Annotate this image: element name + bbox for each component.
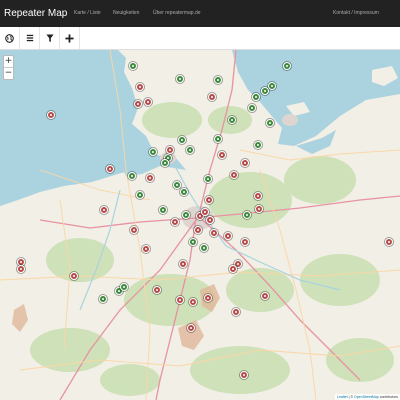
repeater-marker-online[interactable] [254, 141, 262, 149]
repeater-marker-offline[interactable] [134, 100, 142, 108]
repeater-marker-offline[interactable] [136, 83, 144, 91]
repeater-marker-offline[interactable] [232, 308, 240, 316]
repeater-marker-online[interactable] [204, 175, 212, 183]
repeater-marker-online[interactable] [268, 82, 276, 90]
nav-link-map-list[interactable]: Karte / Liste [74, 10, 101, 16]
filter-icon [45, 34, 54, 42]
leaflet-link[interactable]: Leaflet [337, 395, 348, 399]
repeater-marker-offline[interactable] [70, 272, 78, 280]
filter-button[interactable] [40, 27, 60, 49]
repeater-marker-offline[interactable] [255, 205, 263, 213]
zoom-out-button[interactable]: − [4, 67, 13, 79]
osm-link[interactable]: OpenStreetMap [354, 395, 379, 399]
repeater-marker-online[interactable] [128, 172, 136, 180]
map-canvas[interactable]: Leaflet | © OpenStreetMap contributors [0, 50, 400, 400]
repeater-marker-offline[interactable] [240, 371, 248, 379]
repeater-marker-online[interactable] [159, 206, 167, 214]
list-button[interactable] [20, 27, 40, 49]
repeater-marker-offline[interactable] [206, 216, 214, 224]
repeater-marker-offline[interactable] [218, 151, 226, 159]
plus-icon [65, 33, 74, 43]
map-tiles [0, 50, 400, 400]
nav-link-contact[interactable]: Kontakt / Impressum [333, 10, 379, 16]
repeater-marker-offline[interactable] [229, 265, 237, 273]
repeater-marker-online[interactable] [186, 146, 194, 154]
map-toolbar [0, 27, 400, 50]
globe-button[interactable] [0, 27, 20, 49]
repeater-marker-online[interactable] [228, 116, 236, 124]
add-button[interactable] [60, 27, 80, 49]
repeater-marker-offline[interactable] [142, 245, 150, 253]
repeater-marker-online[interactable] [136, 191, 144, 199]
repeater-marker-offline[interactable] [144, 98, 152, 106]
repeater-marker-online[interactable] [182, 211, 190, 219]
repeater-marker-offline[interactable] [17, 265, 25, 273]
repeater-marker-offline[interactable] [261, 292, 269, 300]
repeater-marker-offline[interactable] [176, 296, 184, 304]
repeater-marker-offline[interactable] [194, 226, 202, 234]
zoom-control: + − [3, 55, 14, 80]
repeater-marker-online[interactable] [214, 76, 222, 84]
repeater-marker-online[interactable] [178, 136, 186, 144]
zoom-in-button[interactable]: + [4, 56, 13, 67]
repeater-marker-offline[interactable] [146, 174, 154, 182]
repeater-marker-online[interactable] [149, 148, 157, 156]
map-attribution: Leaflet | © OpenStreetMap contributors [335, 394, 400, 400]
repeater-marker-offline[interactable] [224, 232, 232, 240]
repeater-marker-online[interactable] [120, 283, 128, 291]
attribution-suffix: contributors [378, 395, 398, 399]
repeater-marker-online[interactable] [266, 119, 274, 127]
repeater-marker-online[interactable] [189, 238, 197, 246]
repeater-marker-online[interactable] [176, 75, 184, 83]
repeater-marker-offline[interactable] [130, 226, 138, 234]
repeater-marker-offline[interactable] [241, 159, 249, 167]
repeater-marker-offline[interactable] [153, 286, 161, 294]
repeater-marker-online[interactable] [99, 295, 107, 303]
repeater-marker-offline[interactable] [171, 218, 179, 226]
repeater-marker-online[interactable] [129, 62, 137, 70]
repeater-marker-offline[interactable] [201, 208, 209, 216]
repeater-marker-online[interactable] [243, 211, 251, 219]
repeater-marker-offline[interactable] [187, 324, 195, 332]
nav-link-news[interactable]: Neuigkeiten [113, 10, 139, 16]
repeater-marker-online[interactable] [200, 244, 208, 252]
globe-icon [5, 33, 14, 43]
repeater-marker-online[interactable] [248, 104, 256, 112]
nav-link-about[interactable]: Über repeatermap.de [153, 10, 201, 16]
repeater-marker-offline[interactable] [204, 294, 212, 302]
repeater-marker-offline[interactable] [210, 229, 218, 237]
repeater-marker-offline[interactable] [166, 146, 174, 154]
repeater-marker-offline[interactable] [179, 260, 187, 268]
repeater-marker-offline[interactable] [230, 171, 238, 179]
repeater-marker-offline[interactable] [208, 93, 216, 101]
repeater-marker-online[interactable] [180, 188, 188, 196]
repeater-marker-offline[interactable] [385, 238, 393, 246]
repeater-marker-online[interactable] [252, 93, 260, 101]
repeater-marker-offline[interactable] [254, 192, 262, 200]
repeater-marker-online[interactable] [261, 87, 269, 95]
repeater-marker-offline[interactable] [189, 298, 197, 306]
repeater-marker-online[interactable] [214, 135, 222, 143]
repeater-marker-offline[interactable] [100, 206, 108, 214]
repeater-marker-online[interactable] [283, 62, 291, 70]
top-navbar: Repeater Map Karte / Liste Neuigkeiten Ü… [0, 0, 400, 27]
repeater-marker-offline[interactable] [47, 111, 55, 119]
repeater-marker-offline[interactable] [241, 238, 249, 246]
repeater-marker-offline[interactable] [205, 196, 213, 204]
repeater-marker-online[interactable] [173, 181, 181, 189]
list-icon [26, 34, 33, 42]
brand-title[interactable]: Repeater Map [4, 8, 67, 19]
repeater-marker-offline[interactable] [106, 165, 114, 173]
repeater-marker-online[interactable] [161, 159, 169, 167]
